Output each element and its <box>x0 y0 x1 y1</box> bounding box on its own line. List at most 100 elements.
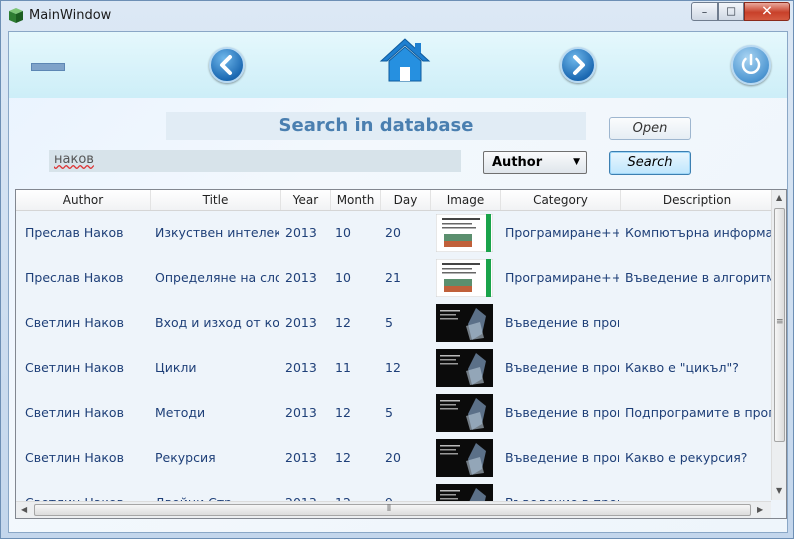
column-header-day[interactable]: Day <box>381 190 431 210</box>
client-area: Search in database Open наков Author ▼ S… <box>8 31 788 533</box>
chevron-left-icon <box>220 55 232 75</box>
cell-category: Програмиране++=... <box>505 270 619 285</box>
cell-description: Какво е рекурсия? <box>625 450 748 465</box>
cell-author: Преслав Наков <box>25 225 124 240</box>
cell-author: Светлин Наков <box>25 405 124 420</box>
home-icon[interactable] <box>379 37 431 83</box>
maximize-button[interactable]: ☐ <box>718 2 744 21</box>
cell-day: 12 <box>385 360 401 375</box>
minimize-icon: – <box>701 5 708 18</box>
cell-day: 5 <box>385 315 393 330</box>
cell-description: Какво е "цикъл"? <box>625 360 739 375</box>
cell-description: Въведение в алгоритми <box>625 270 771 285</box>
column-header-title[interactable]: Title <box>151 190 281 210</box>
search-input-value: наков <box>54 152 94 167</box>
search-input[interactable]: наков <box>49 150 461 172</box>
dropdown-arrow-icon: ▼ <box>573 157 580 167</box>
cell-title: Вход и изход от кон <box>155 315 279 330</box>
thumbnail-image <box>436 259 493 297</box>
scroll-left-icon[interactable]: ◀ <box>21 505 27 514</box>
table-row[interactable]: Светлин Наков Рекурсия 2013 12 20 Въведение в… <box>16 435 774 480</box>
thumbnail-image <box>436 214 493 252</box>
cell-day: 21 <box>385 270 401 285</box>
cell-author: Светлин Наков <box>25 360 124 375</box>
cell-month: 10 <box>335 225 351 240</box>
grip-icon: ≡ <box>776 317 784 327</box>
cell-year: 2013 <box>285 450 317 465</box>
main-window: MainWindow – ☐ ✕ Search in database Open… <box>0 0 794 539</box>
cell-year: 2013 <box>285 360 317 375</box>
search-button[interactable]: Search <box>609 151 691 175</box>
search-filter-select[interactable]: Author ▼ <box>483 151 587 174</box>
cell-author: Светлин Наков <box>25 315 124 330</box>
horizontal-scrollbar[interactable]: ◀ ⦀ ▶ <box>16 501 771 518</box>
cell-category: Въведение в прогр <box>505 405 619 420</box>
table-row[interactable]: Светлин Наков Вход и изход от кон 2013 12 5 В… <box>16 300 774 345</box>
cell-year: 2013 <box>285 225 317 240</box>
window-title: MainWindow <box>29 8 112 23</box>
thumbnail-image <box>436 394 493 432</box>
power-icon <box>741 53 761 74</box>
thumbnail-image <box>436 439 493 477</box>
cell-month: 10 <box>335 270 351 285</box>
search-filter-value: Author <box>492 155 543 170</box>
cell-author: Преслав Наков <box>25 270 124 285</box>
results-grid[interactable]: Author Title Year Month Day Image Catego… <box>15 189 787 519</box>
cell-title: Определяне на слож <box>155 270 279 285</box>
nav-bar <box>9 32 787 98</box>
cell-category: Програмиране++=... <box>505 225 619 240</box>
thumbnail-image <box>436 349 493 387</box>
column-header-description[interactable]: Description <box>621 190 774 210</box>
scroll-right-icon[interactable]: ▶ <box>757 505 763 514</box>
cell-month: 12 <box>335 315 351 330</box>
horizontal-scroll-thumb[interactable]: ⦀ <box>34 504 751 516</box>
page-title: Search in database <box>166 112 586 140</box>
cell-title: Методи <box>155 405 206 420</box>
minimize-button[interactable]: – <box>691 2 718 21</box>
column-header-year[interactable]: Year <box>281 190 331 210</box>
cell-year: 2013 <box>285 405 317 420</box>
grid-header: Author Title Year Month Day Image Catego… <box>16 190 774 211</box>
cell-title: Рекурсия <box>155 450 216 465</box>
table-row[interactable]: Светлин Наков Цикли 2013 11 12 Въведение в пр… <box>16 345 774 390</box>
power-button[interactable] <box>731 45 771 85</box>
cell-title: Изкуствен интелект <box>155 225 279 240</box>
column-header-image[interactable]: Image <box>431 190 501 210</box>
cell-day: 5 <box>385 405 393 420</box>
column-header-author[interactable]: Author <box>16 190 151 210</box>
cell-description: Компютърна информати <box>625 225 771 240</box>
cell-category: Въведение в прогр <box>505 315 619 330</box>
vertical-scrollbar[interactable]: ▲ ≡ ▼ <box>771 190 786 500</box>
table-row[interactable]: Светлин Наков Методи 2013 12 5 Въведение в пр… <box>16 390 774 435</box>
back-button[interactable] <box>209 47 245 83</box>
cell-description <box>619 300 771 345</box>
close-icon: ✕ <box>761 3 773 19</box>
table-row[interactable]: Преслав Наков Изкуствен интелект 2013 10 20 П… <box>16 210 774 255</box>
scroll-down-icon[interactable]: ▼ <box>776 486 782 495</box>
maximize-icon: ☐ <box>726 5 736 18</box>
cell-category: Въведение в прогр <box>505 360 619 375</box>
column-header-month[interactable]: Month <box>331 190 381 210</box>
menu-button[interactable] <box>31 63 65 71</box>
forward-button[interactable] <box>560 47 596 83</box>
table-row[interactable]: Преслав Наков Определяне на слож 2013 10 21 П… <box>16 255 774 300</box>
cell-day: 20 <box>385 225 401 240</box>
column-header-category[interactable]: Category <box>501 190 621 210</box>
cell-month: 12 <box>335 405 351 420</box>
app-icon <box>9 8 23 23</box>
cell-month: 11 <box>335 360 351 375</box>
thumbnail-image <box>436 304 493 342</box>
cell-author: Светлин Наков <box>25 450 124 465</box>
cell-title: Цикли <box>155 360 197 375</box>
cell-day: 20 <box>385 450 401 465</box>
title-bar[interactable]: MainWindow – ☐ ✕ <box>1 1 793 31</box>
chevron-right-icon <box>573 55 585 75</box>
open-button[interactable]: Open <box>609 117 691 140</box>
cell-year: 2013 <box>285 315 317 330</box>
cell-month: 12 <box>335 450 351 465</box>
close-button[interactable]: ✕ <box>744 2 790 21</box>
scroll-up-icon[interactable]: ▲ <box>776 193 782 202</box>
cell-category: Въведение в прогр <box>505 450 619 465</box>
vertical-scroll-thumb[interactable]: ≡ <box>774 208 785 442</box>
grip-icon: ⦀ <box>387 504 391 514</box>
